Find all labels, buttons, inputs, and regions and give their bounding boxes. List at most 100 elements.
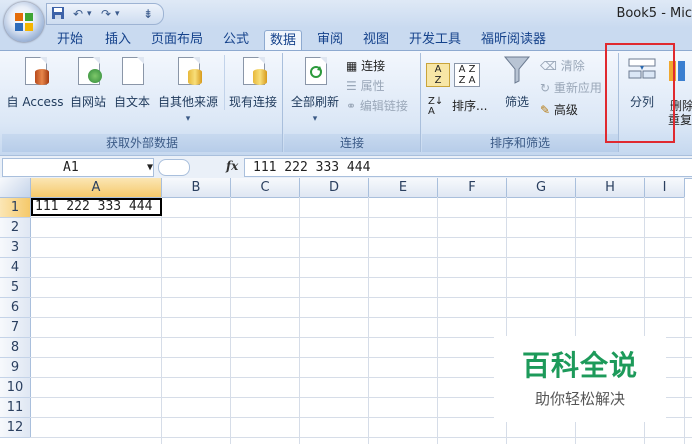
customize-qat-icon[interactable]: ⇟ (143, 6, 153, 22)
filter-button[interactable]: 筛选 (498, 55, 536, 110)
clear-filter-button[interactable]: ⌫ 清除 (540, 57, 585, 75)
redo-icon[interactable]: ↷ (101, 6, 111, 22)
column-header-e[interactable]: E (369, 178, 438, 198)
grid-hline (30, 257, 692, 258)
column-header-g[interactable]: G (507, 178, 576, 198)
grid-vline (230, 197, 231, 444)
tab-data[interactable]: 数据 (264, 30, 303, 51)
row-header-8[interactable]: 8 (0, 338, 31, 358)
formula-input[interactable]: 111 222 333 444 (244, 158, 692, 177)
column-header-f[interactable]: F (438, 178, 507, 198)
existing-connections-icon (239, 55, 267, 87)
column-header-c[interactable]: C (231, 178, 300, 198)
tab-review[interactable]: 审阅 (312, 30, 348, 50)
row-header-9[interactable]: 9 (0, 358, 31, 378)
column-header-h[interactable]: H (576, 178, 645, 198)
text-file-icon (118, 55, 146, 87)
tab-developer[interactable]: 开发工具 (404, 30, 466, 50)
row-header-10[interactable]: 10 (0, 378, 31, 398)
tab-home[interactable]: 开始 (52, 30, 88, 50)
insert-function-icon[interactable]: fx (226, 159, 238, 173)
column-header-b[interactable]: B (162, 178, 231, 198)
grid-hline (30, 297, 692, 298)
funnel-icon (503, 55, 531, 87)
grid-vline (299, 197, 300, 444)
group-connections: 全部刷新 ▾ ▦ 连接 ☰ 属性 ⚭ 编辑链接 连接 (284, 53, 421, 152)
column-header-d[interactable]: D (300, 178, 369, 198)
redo-dropdown-icon[interactable]: ▾ (115, 6, 120, 22)
row-header-5[interactable]: 5 (0, 278, 31, 298)
formula-bar: A1 ▼ fx 111 222 333 444 (0, 155, 692, 179)
undo-dropdown-icon[interactable]: ▾ (87, 6, 92, 22)
tab-foxit-reader[interactable]: 福昕阅读器 (476, 30, 551, 50)
tab-view[interactable]: 视图 (358, 30, 394, 50)
save-icon[interactable] (51, 6, 65, 22)
watermark-title: 百科全说 (521, 349, 638, 382)
tab-page-layout[interactable]: 页面布局 (146, 30, 208, 50)
chevron-down-icon: ▾ (312, 114, 318, 124)
connections-icon: ▦ (346, 59, 362, 73)
refresh-all-button[interactable]: 全部刷新 ▾ (286, 55, 344, 124)
group-label-get-external-data: 获取外部数据 (2, 134, 282, 152)
from-other-sources-button[interactable]: 自其他来源 ▾ (154, 55, 222, 124)
reapply-button[interactable]: ↻ 重新应用 (540, 79, 602, 97)
properties-icon: ☰ (346, 79, 361, 93)
column-header-i[interactable]: I (645, 178, 685, 198)
from-web-button[interactable]: 自网站 (66, 55, 110, 110)
group-label-connections: 连接 (284, 134, 420, 152)
edit-links-button[interactable]: ⚭ 编辑链接 (346, 97, 408, 115)
grid-hline (30, 237, 692, 238)
clear-filter-icon: ⌫ (540, 59, 561, 73)
row-header-6[interactable]: 6 (0, 298, 31, 318)
name-box[interactable]: A1 ▼ (2, 158, 154, 177)
row-header-11[interactable]: 11 (0, 398, 31, 418)
reapply-icon: ↻ (540, 81, 554, 95)
tab-insert[interactable]: 插入 (100, 30, 136, 50)
link-icon: ⚭ (346, 99, 360, 113)
grid-hline (30, 317, 692, 318)
row-header-4[interactable]: 4 (0, 258, 31, 278)
chevron-down-icon[interactable]: ▼ (147, 159, 153, 176)
window-title: Book5 - Mic (616, 6, 692, 21)
office-button[interactable] (4, 2, 44, 42)
other-sources-icon (174, 55, 202, 87)
watermark: 百科全说 助你轻松解决 (494, 336, 666, 422)
existing-connections-button[interactable]: 现有连接 (224, 55, 281, 110)
sort-z-a-icon[interactable]: Z↓ A (428, 97, 443, 117)
sort-button[interactable]: 排序... (452, 97, 487, 115)
sort-a-z-icon[interactable]: AZ (426, 63, 450, 87)
chevron-down-icon: ▾ (185, 114, 191, 124)
grid-hline (30, 217, 692, 218)
ribbon: 自 Access 自网站 自文本 自其他来源 ▾ 现有连接 获取外部数据 全部刷 (0, 50, 692, 155)
sort-az-za-icon[interactable]: A ZZ A (454, 63, 480, 87)
refresh-icon (301, 55, 329, 87)
quick-access-toolbar: ↶ ▾ ↷ ▾ ⇟ (46, 3, 164, 25)
row-header-3[interactable]: 3 (0, 238, 31, 258)
tab-formulas[interactable]: 公式 (218, 30, 254, 50)
connections-button[interactable]: ▦ 连接 (346, 57, 385, 75)
row-header-2[interactable]: 2 (0, 218, 31, 238)
grid-vline (437, 197, 438, 444)
from-text-button[interactable]: 自文本 (110, 55, 154, 110)
group-get-external-data: 自 Access 自网站 自文本 自其他来源 ▾ 现有连接 获取外部数据 (2, 53, 283, 152)
grid-vline (368, 197, 369, 444)
grid-vline (684, 197, 685, 444)
advanced-filter-icon: ✎ (540, 103, 554, 117)
formula-bar-splitter[interactable] (158, 159, 190, 176)
cell-a1[interactable]: 111 222 333 444 (31, 198, 162, 216)
grid-hline (30, 277, 692, 278)
office-logo-icon (14, 12, 34, 32)
row-header-7[interactable]: 7 (0, 318, 31, 338)
from-access-button[interactable]: 自 Access (4, 55, 66, 110)
advanced-filter-button[interactable]: ✎ 高级 (540, 101, 578, 119)
undo-icon[interactable]: ↶ (73, 6, 83, 22)
properties-button[interactable]: ☰ 属性 (346, 77, 385, 95)
access-icon (21, 55, 49, 87)
group-label-sort-filter: 排序和筛选 (422, 134, 618, 152)
row-header-12[interactable]: 12 (0, 418, 31, 438)
ribbon-tabs: 开始 插入 页面布局 公式 数据 审阅 视图 开发工具 福昕阅读器 (0, 28, 692, 51)
select-all-corner[interactable] (0, 178, 31, 198)
grid-vline (161, 197, 162, 444)
row-header-1[interactable]: 1 (0, 198, 31, 218)
column-header-a[interactable]: A (31, 178, 162, 198)
